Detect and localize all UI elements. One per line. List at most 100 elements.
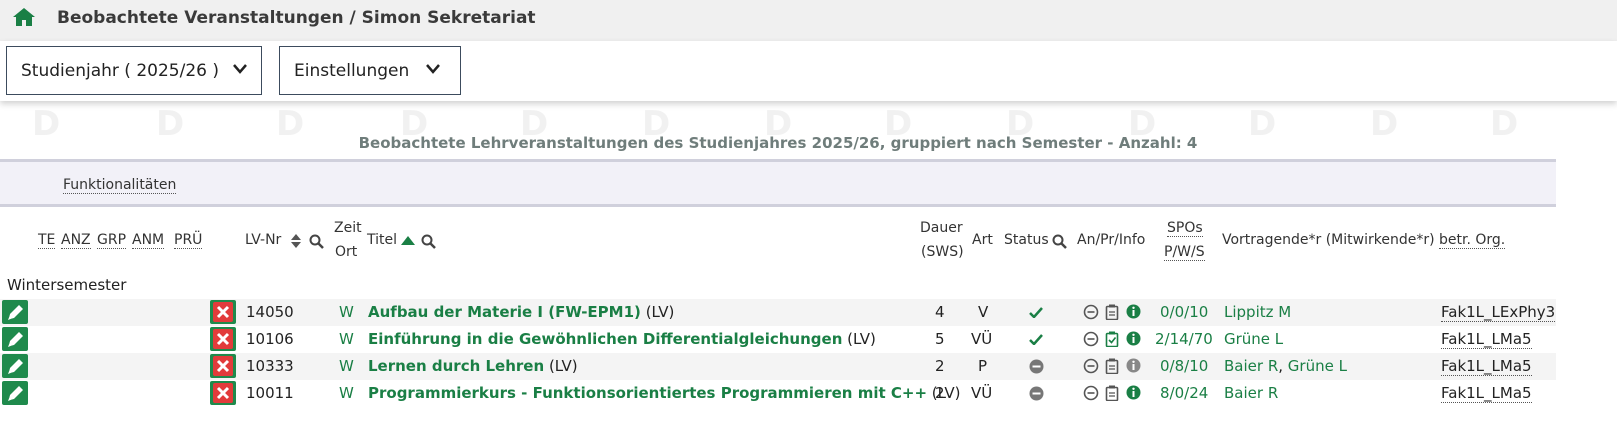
table-row: 10011 W Programmierkurs - Funktionsorien… [0, 380, 1556, 407]
sort-asc-icon[interactable] [401, 236, 415, 245]
lecturer-link[interactable]: Lippitz M [1224, 303, 1291, 321]
zeit: W [339, 330, 354, 348]
art: VÜ [971, 330, 993, 348]
lv-nr: 10106 [246, 330, 294, 348]
close-icon [213, 383, 233, 403]
col-te[interactable]: TE [38, 232, 56, 249]
remove-button[interactable] [210, 354, 236, 378]
course-type: (LV) [645, 303, 675, 321]
close-icon [213, 356, 233, 376]
search-icon[interactable] [421, 234, 436, 249]
clipboard-check-icon[interactable] [1105, 331, 1119, 347]
close-icon [213, 329, 233, 349]
title-cell: Aufbau der Materie I (FW-EPM1) (LV) [368, 303, 674, 321]
remove-button[interactable] [210, 300, 236, 324]
lecturer-link[interactable]: Baier R [1224, 384, 1278, 402]
lecturers-cell: Baier R, Grüne L [1224, 357, 1347, 375]
lecturer-link[interactable]: Baier R [1224, 357, 1278, 375]
spos-value[interactable]: 0/8/10 [1160, 357, 1208, 375]
col-dauer: Dauer [920, 220, 963, 236]
org-link[interactable]: Fak1L_LMa5 [1441, 330, 1532, 349]
remove-button[interactable] [210, 327, 236, 351]
lv-nr: 14050 [246, 303, 294, 321]
info-icon[interactable] [1126, 304, 1141, 319]
art: P [978, 357, 988, 375]
edit-button[interactable] [2, 327, 28, 351]
org-link[interactable]: Fak1L_LMa5 [1441, 357, 1532, 376]
zeit: W [339, 357, 354, 375]
pencil-icon [8, 332, 23, 347]
dauer: 2 [935, 384, 945, 402]
edit-button[interactable] [2, 381, 28, 405]
top-bar: Beobachtete Veranstaltungen / Simon Sekr… [0, 0, 1617, 41]
course-title-link[interactable]: Programmierkurs - Funktionsorientiertes … [368, 384, 927, 402]
breadcrumb: Beobachtete Veranstaltungen / Simon Sekr… [57, 8, 536, 28]
spos-value[interactable]: 0/0/10 [1160, 303, 1208, 321]
chevron-down-icon [426, 64, 440, 74]
course-title-link[interactable]: Einführung in die Gewöhnlichen Different… [368, 330, 842, 348]
org-link[interactable]: Fak1L_LMa5 [1441, 384, 1532, 403]
course-type: (LV) [847, 330, 876, 348]
functions-link[interactable]: Funktionalitäten [63, 177, 177, 194]
col-titel[interactable]: Titel [367, 232, 397, 248]
col-spos[interactable]: SPOs [1167, 220, 1203, 237]
lecturer-link[interactable]: Grüne L [1224, 330, 1283, 348]
edit-button[interactable] [2, 354, 28, 378]
info-icon[interactable] [1126, 358, 1141, 373]
art: V [978, 303, 989, 321]
zeit: W [339, 384, 354, 402]
minus-circle-icon [1029, 386, 1044, 401]
course-title-link[interactable]: Aufbau der Materie I (FW-EPM1) [368, 303, 641, 321]
table-row: 14050 W Aufbau der Materie I (FW-EPM1) (… [0, 299, 1556, 326]
col-sws: (SWS) [921, 244, 964, 260]
edit-button[interactable] [2, 300, 28, 324]
pencil-icon [8, 305, 23, 320]
clipboard-icon[interactable] [1105, 385, 1119, 401]
search-icon[interactable] [309, 234, 324, 249]
functions-bar: Funktionalitäten [0, 159, 1556, 207]
pencil-icon [8, 386, 23, 401]
minus-circle-outline-icon[interactable] [1083, 331, 1099, 347]
spos-value[interactable]: 8/0/24 [1160, 384, 1208, 402]
title-cell: Lernen durch Lehren (LV) [368, 357, 578, 375]
zeit: W [339, 303, 354, 321]
remove-button[interactable] [210, 381, 236, 405]
col-status[interactable]: Status [1004, 232, 1049, 248]
search-icon[interactable] [1052, 234, 1067, 249]
col-art: Art [972, 232, 993, 248]
minus-circle-outline-icon[interactable] [1083, 304, 1099, 320]
col-grp[interactable]: GRP [97, 232, 127, 249]
clipboard-icon[interactable] [1105, 358, 1119, 374]
col-pws[interactable]: P/W/S [1164, 244, 1205, 261]
col-lvnr[interactable]: LV-Nr [245, 232, 281, 248]
course-type: (LV) [548, 357, 578, 375]
table-heading: Beobachtete Lehrveranstaltungen des Stud… [358, 134, 1198, 152]
settings-select[interactable]: Einstellungen [279, 46, 461, 95]
home-icon[interactable] [12, 6, 36, 28]
col-org[interactable]: betr. Org. [1439, 232, 1506, 249]
dauer: 4 [935, 303, 945, 321]
check-icon [1029, 307, 1043, 318]
art: VÜ [971, 384, 993, 402]
course-title-link[interactable]: Lernen durch Lehren [368, 357, 544, 375]
sort-icon[interactable] [291, 234, 301, 248]
clipboard-icon[interactable] [1105, 304, 1119, 320]
table-row: 10106 W Einführung in die Gewöhnlichen D… [0, 326, 1556, 353]
year-select[interactable]: Studienjahr ( 2025/26 ) [6, 46, 262, 95]
info-icon[interactable] [1126, 331, 1141, 346]
col-ort: Ort [335, 244, 358, 260]
lecturer-link[interactable]: Grüne L [1288, 357, 1347, 375]
group-label: Wintersemester [7, 276, 127, 294]
org-link[interactable]: Fak1L_LExPhy3 [1441, 303, 1556, 322]
col-anm[interactable]: ANM [132, 232, 165, 249]
minus-circle-outline-icon[interactable] [1083, 385, 1099, 401]
close-icon [213, 302, 233, 322]
minus-circle-icon [1029, 359, 1044, 374]
check-icon [1029, 334, 1043, 345]
col-anz[interactable]: ANZ [61, 232, 91, 249]
info-icon[interactable] [1126, 385, 1141, 400]
col-pru[interactable]: PRÜ [174, 232, 203, 249]
table-row: 10333 W Lernen durch Lehren (LV) 2 P 0/8… [0, 353, 1556, 380]
spos-value[interactable]: 2/14/70 [1155, 330, 1213, 348]
minus-circle-outline-icon[interactable] [1083, 358, 1099, 374]
